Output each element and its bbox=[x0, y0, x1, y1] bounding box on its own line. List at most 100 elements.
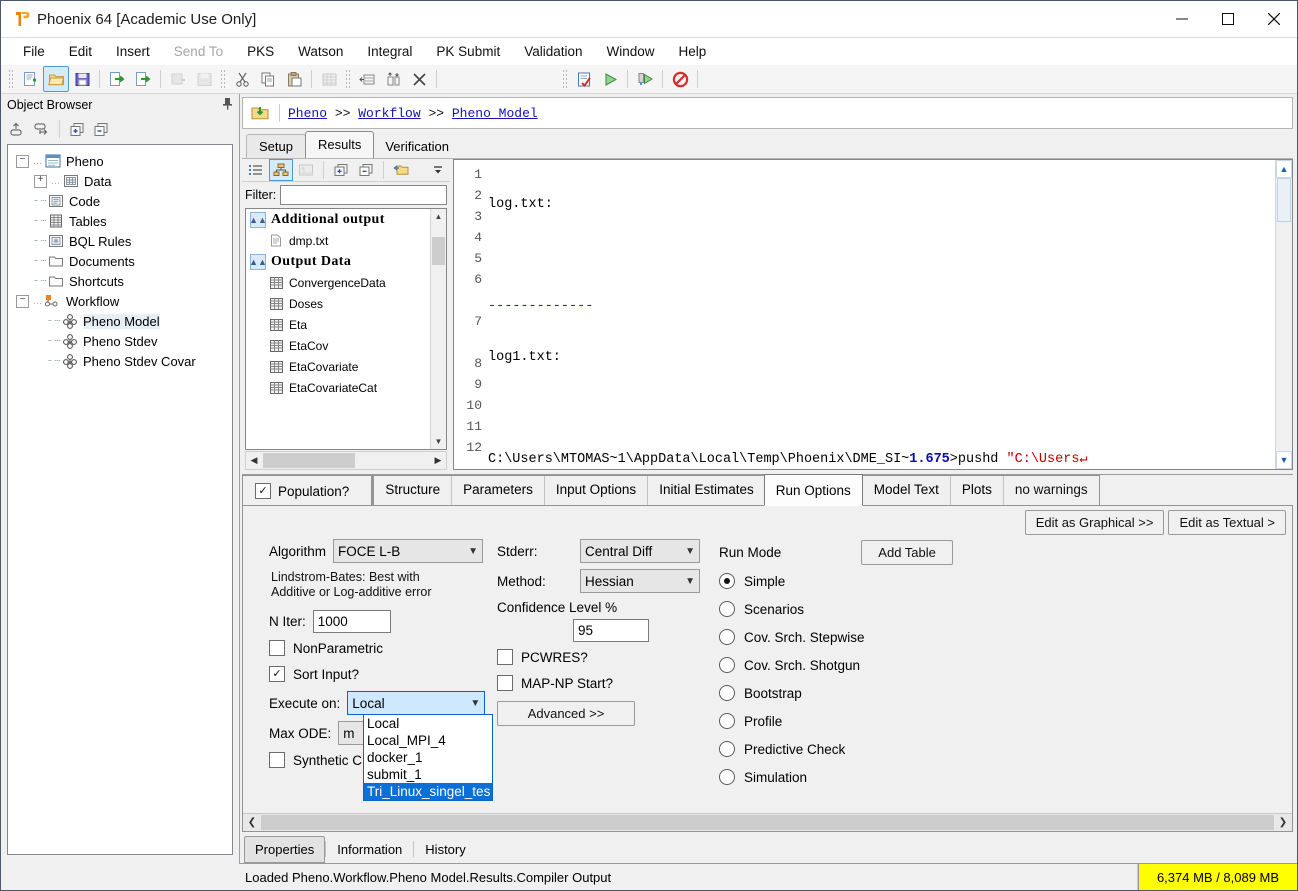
checkbox-icon[interactable] bbox=[269, 752, 285, 768]
results-group-output-data[interactable]: ▲▲ Output Data bbox=[246, 251, 446, 272]
breadcrumb-link-workflow[interactable]: Workflow bbox=[358, 106, 420, 121]
insert-column-icon[interactable] bbox=[354, 66, 380, 92]
run-mode-predictive-check[interactable]: Predictive Check bbox=[719, 741, 1292, 757]
pcwres-checkbox[interactable]: PCWRES? bbox=[497, 649, 719, 665]
dropdown-option-docker-1[interactable]: docker_1 bbox=[364, 749, 492, 766]
expand-object-icon[interactable] bbox=[31, 118, 53, 140]
dropdown-option-local-mpi-4[interactable]: Local_MPI_4 bbox=[364, 732, 492, 749]
menu-pks[interactable]: PKS bbox=[235, 41, 286, 62]
tab-model-text[interactable]: Model Text bbox=[861, 476, 950, 505]
compiler-output-text[interactable]: log.txt: ------------- log1.txt: C:\User… bbox=[488, 160, 1275, 469]
execute-on-dropdown-list[interactable]: Local Local_MPI_4 docker_1 submit_1 Tri_… bbox=[363, 714, 493, 801]
tab-plots[interactable]: Plots bbox=[949, 476, 1003, 505]
checkbox-icon[interactable] bbox=[269, 640, 285, 656]
tree-item-shortcuts[interactable]: ╴┄ Shortcuts bbox=[10, 271, 230, 291]
mapnp-checkbox[interactable]: MAP-NP Start? bbox=[497, 675, 719, 691]
toolbar-grip-4[interactable] bbox=[562, 69, 568, 89]
tab-warnings[interactable]: no warnings bbox=[1002, 476, 1099, 505]
run-mode-profile[interactable]: Profile bbox=[719, 713, 1292, 729]
scroll-thumb-h[interactable] bbox=[263, 453, 355, 468]
results-item-etacovariate[interactable]: EtaCovariate bbox=[246, 356, 446, 377]
new-project-icon[interactable] bbox=[17, 66, 43, 92]
collapse-group-icon[interactable]: ▲▲ bbox=[249, 211, 267, 228]
expand-all-icon[interactable] bbox=[329, 159, 353, 181]
menu-validation[interactable]: Validation bbox=[512, 41, 594, 62]
close-button[interactable] bbox=[1251, 1, 1297, 37]
collapse-object-icon[interactable] bbox=[7, 118, 29, 140]
minimize-button[interactable] bbox=[1159, 1, 1205, 37]
nonparametric-checkbox[interactable]: NonParametric bbox=[269, 640, 497, 656]
n-iter-input[interactable]: 1000 bbox=[312, 609, 391, 633]
menu-help[interactable]: Help bbox=[667, 41, 719, 62]
list-view-icon[interactable] bbox=[244, 159, 268, 181]
tree-item-pheno-stdev-covar[interactable]: ╴┄ Pheno Stdev Covar bbox=[10, 351, 230, 371]
results-item-doses[interactable]: Doses bbox=[246, 293, 446, 314]
results-tree-horizontal-scrollbar[interactable]: ◀ ▶ bbox=[245, 451, 447, 470]
tree-item-workflow[interactable]: − … Workflow bbox=[10, 291, 230, 311]
copy-icon[interactable] bbox=[255, 66, 281, 92]
run-icon[interactable] bbox=[597, 66, 623, 92]
menu-watson[interactable]: Watson bbox=[286, 41, 355, 62]
import-icon[interactable] bbox=[104, 66, 130, 92]
run-mode-simple[interactable]: Simple bbox=[719, 573, 1292, 589]
menu-edit[interactable]: Edit bbox=[57, 41, 104, 62]
object-tree[interactable]: − … Pheno + … Data ╴┄ Code ╴┄ Tables ╴┄ … bbox=[7, 144, 233, 855]
tree-item-bql-rules[interactable]: ╴┄ BQL Rules bbox=[10, 231, 230, 251]
dropdown-option-tri-linux-singel-tes[interactable]: Tri_Linux_singel_tes bbox=[364, 783, 492, 800]
collapse-all-icon[interactable] bbox=[90, 118, 112, 140]
run-options-horizontal-scrollbar[interactable]: ❮ ❯ bbox=[243, 813, 1292, 831]
expander-icon[interactable]: + bbox=[34, 174, 47, 188]
breadcrumb-link-pheno-model[interactable]: Pheno Model bbox=[452, 106, 538, 121]
properties-icon[interactable] bbox=[571, 66, 597, 92]
tab-setup[interactable]: Setup bbox=[246, 134, 306, 158]
scroll-thumb[interactable] bbox=[432, 237, 445, 265]
tree-item-documents[interactable]: ╴┄ Documents bbox=[10, 251, 230, 271]
scroll-up-icon[interactable]: ▲ bbox=[1276, 160, 1292, 178]
send-to-folder-icon[interactable] bbox=[389, 159, 413, 181]
scroll-right-icon[interactable]: ❯ bbox=[1274, 817, 1292, 828]
radio-icon[interactable] bbox=[719, 713, 735, 729]
dropdown-option-local[interactable]: Local bbox=[364, 715, 492, 732]
tab-verification[interactable]: Verification bbox=[373, 135, 461, 158]
confidence-level-input[interactable]: 95 bbox=[573, 618, 649, 642]
tab-properties[interactable]: Properties bbox=[244, 835, 326, 863]
checkbox-icon[interactable]: ✓ bbox=[255, 483, 271, 499]
radio-icon[interactable] bbox=[719, 685, 735, 701]
run-mode-cov-srch-stepwise[interactable]: Cov. Srch. Stepwise bbox=[719, 629, 1292, 645]
menu-window[interactable]: Window bbox=[595, 41, 667, 62]
compiler-output-viewer[interactable]: 1 2 3 4 5 6 7 8 9 10 11 12 log.txt: ----… bbox=[453, 159, 1293, 470]
tab-results[interactable]: Results bbox=[304, 131, 375, 158]
radio-icon[interactable] bbox=[719, 629, 735, 645]
menu-insert[interactable]: Insert bbox=[104, 41, 162, 62]
run-mode-bootstrap[interactable]: Bootstrap bbox=[719, 685, 1292, 701]
radio-icon[interactable] bbox=[719, 657, 735, 673]
run-mode-simulation[interactable]: Simulation bbox=[719, 769, 1292, 785]
expander-icon[interactable]: − bbox=[16, 294, 29, 308]
more-options-icon[interactable] bbox=[426, 159, 450, 181]
tree-item-tables[interactable]: ╴┄ Tables bbox=[10, 211, 230, 231]
scroll-down-icon[interactable]: ▼ bbox=[431, 434, 446, 449]
stop-icon[interactable] bbox=[667, 66, 693, 92]
paste-icon[interactable] bbox=[281, 66, 307, 92]
checkbox-icon[interactable] bbox=[497, 675, 513, 691]
workflow-breadcrumb-icon[interactable] bbox=[249, 102, 271, 124]
stderr-select[interactable]: Central Diff ▼ bbox=[580, 539, 700, 563]
add-table-button[interactable]: Add Table bbox=[861, 540, 953, 565]
checkbox-icon[interactable] bbox=[497, 649, 513, 665]
checkbox-icon[interactable]: ✓ bbox=[269, 666, 285, 682]
pin-icon[interactable] bbox=[222, 97, 233, 113]
sort-input-checkbox[interactable]: ✓ Sort Input? bbox=[269, 666, 497, 682]
tab-run-options[interactable]: Run Options bbox=[763, 474, 863, 506]
run-mode-scenarios[interactable]: Scenarios bbox=[719, 601, 1292, 617]
collapse-all-icon[interactable] bbox=[354, 159, 378, 181]
results-output-tree[interactable]: ▲▲ Additional output dmp.txt ▲▲ Output D… bbox=[245, 208, 447, 450]
export-icon[interactable] bbox=[130, 66, 156, 92]
menu-file[interactable]: File bbox=[11, 41, 57, 62]
radio-icon[interactable] bbox=[719, 741, 735, 757]
collapse-group-icon[interactable]: ▲▲ bbox=[249, 253, 267, 270]
toolbar-grip-3[interactable] bbox=[345, 69, 351, 89]
tab-history[interactable]: History bbox=[414, 836, 476, 863]
toolbar-grip[interactable] bbox=[8, 69, 14, 89]
tree-item-data[interactable]: + … Data bbox=[10, 171, 230, 191]
radio-icon[interactable] bbox=[719, 573, 735, 589]
